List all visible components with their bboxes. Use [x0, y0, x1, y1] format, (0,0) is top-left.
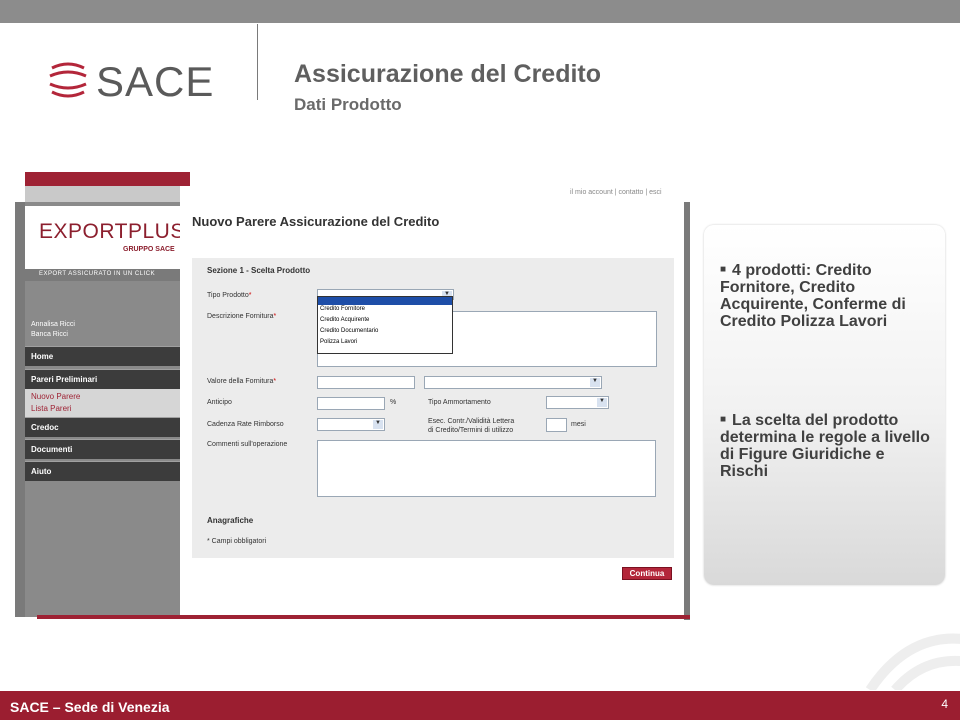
continua-button[interactable]: Continua	[622, 567, 672, 580]
embedded-screenshot: EXPORTPLUS GRUPPO SACE EXPORT ASSICURATO…	[15, 172, 690, 620]
dropdown-option[interactable]: Credito Acquirente	[318, 316, 452, 327]
section-title: Sezione 1 - Scelta Prodotto	[207, 266, 311, 275]
descrizione-label: Descrizione Fornitura*	[207, 313, 277, 320]
percent-label: %	[390, 399, 397, 406]
sidebar-slogan: EXPORT ASSICURATO IN UN CLICK	[25, 269, 190, 281]
sidebar-item-credoc[interactable]: Credoc	[25, 417, 190, 437]
sidebar-submenu: Nuovo Parere Lista Pareri	[25, 389, 190, 417]
footer-bar: SACE – Sede di Venezia 4	[0, 691, 960, 720]
page-number: 4	[941, 697, 948, 711]
exportplus-logo-sub: GRUPPO SACE	[123, 246, 175, 253]
dropdown-option[interactable]: Credito Fornitore	[318, 305, 452, 316]
bullet-icon: ■	[720, 264, 727, 275]
anticipo-label: Anticipo	[207, 399, 232, 406]
sidebar-item-aiuto[interactable]: Aiuto	[25, 461, 190, 481]
footer-text: SACE – Sede di Venezia	[10, 699, 170, 715]
user-name: Annalisa Ricci	[31, 321, 75, 328]
bullet-products: ■ 4 prodotti: Credito Fornitore, Credito …	[720, 262, 906, 330]
screenshot-sidebar: EXPORTPLUS GRUPPO SACE EXPORT ASSICURATO…	[25, 172, 190, 617]
commenti-textarea[interactable]	[317, 440, 656, 497]
valuta-select[interactable]: ▼	[424, 376, 602, 389]
exportplus-logo: EXPORTPLUS GRUPPO SACE	[25, 206, 190, 272]
mesi-input[interactable]	[546, 418, 567, 432]
chevron-down-icon: ▼	[373, 420, 383, 429]
sidebar-item-documenti[interactable]: Documenti	[25, 439, 190, 459]
sidebar-item-lista-pareri[interactable]: Lista Pareri	[31, 404, 71, 413]
required-note: * Campi obbligatori	[207, 538, 267, 545]
valore-input[interactable]	[317, 376, 415, 389]
sidebar-item-pareri[interactable]: Pareri Preliminari	[25, 369, 190, 389]
anagrafiche-heading: Anagrafiche	[207, 516, 254, 525]
valore-label: Valore della Fornitura*	[207, 378, 277, 385]
account-links[interactable]: il mio account | contatto | esci	[570, 189, 662, 196]
sace-logo-text: SACE	[96, 58, 215, 105]
mesi-label: mesi	[571, 421, 586, 428]
anticipo-input[interactable]	[317, 397, 385, 410]
sidebar-user: Annalisa Ricci Banca Ricci	[31, 320, 75, 340]
exportplus-logo-text: EXPORTPLUS	[39, 220, 185, 243]
tipo-ammortamento-label: Tipo Ammortamento	[428, 399, 491, 406]
product-form: Sezione 1 - Scelta Prodotto Tipo Prodott…	[192, 258, 674, 558]
cadenza-label: Cadenza Rate Rimborso	[207, 421, 284, 428]
sidebar-gray-band	[25, 186, 190, 202]
user-bank: Banca Ricci	[31, 331, 68, 338]
sidebar-item-home[interactable]: Home	[25, 346, 190, 366]
dropdown-option-blank[interactable]	[318, 297, 452, 305]
dropdown-option[interactable]: Credito Documentario	[318, 327, 452, 338]
sidebar-red-band	[25, 172, 190, 186]
tipo-ammortamento-select[interactable]: ▼	[546, 396, 609, 409]
page-title: Assicurazione del Credito	[294, 60, 602, 88]
bullet-icon: ■	[720, 414, 727, 425]
tipo-prodotto-label: Tipo Prodotto*	[207, 292, 252, 299]
dropdown-option[interactable]: Polizza Lavori	[318, 338, 452, 349]
chevron-down-icon: ▼	[590, 378, 600, 387]
screenshot-main: il mio account | contatto | esci Nuovo P…	[180, 186, 685, 619]
page-subtitle: Dati Prodotto	[294, 95, 402, 114]
bullet-rules: ■ La scelta del prodotto determina le reg…	[720, 412, 930, 480]
header-divider	[257, 24, 258, 100]
chevron-down-icon: ▼	[597, 398, 607, 407]
esec-label: Esec. Contr./Validità Lettera di Credito/…	[428, 418, 515, 434]
cadenza-select[interactable]: ▼	[317, 418, 385, 431]
commenti-label: Commenti sull'operazione	[207, 441, 288, 448]
tipo-prodotto-options: Credito Fornitore Credito Acquirente Cre…	[317, 296, 453, 354]
screenshot-right-border	[684, 202, 690, 620]
sidebar-item-nuovo-parere[interactable]: Nuovo Parere	[31, 392, 80, 401]
top-bar	[0, 0, 960, 23]
form-page-title: Nuovo Parere Assicurazione del Credito	[192, 214, 440, 229]
screenshot-bottom-line	[37, 615, 690, 619]
info-panel: ■ 4 prodotti: Credito Fornitore, Credito …	[704, 225, 945, 585]
watermark-icon	[865, 633, 960, 690]
